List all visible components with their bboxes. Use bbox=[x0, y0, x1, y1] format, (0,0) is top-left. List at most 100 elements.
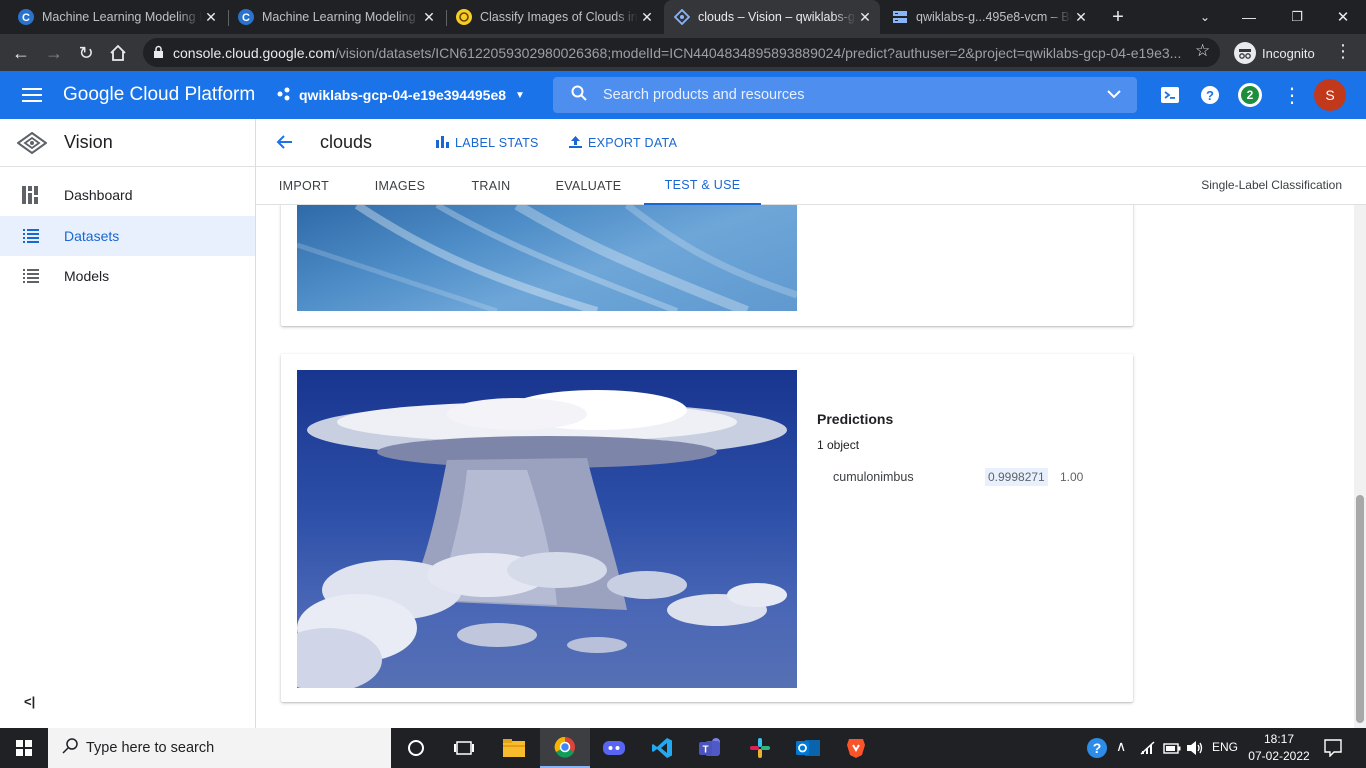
vision-icon bbox=[674, 9, 690, 25]
outlook-icon[interactable] bbox=[784, 728, 832, 768]
search-icon bbox=[571, 85, 587, 106]
prediction-card bbox=[281, 205, 1133, 326]
incognito-indicator[interactable]: Incognito bbox=[1234, 41, 1315, 65]
notifications-badge[interactable]: 2 bbox=[1238, 83, 1262, 107]
restore-icon[interactable]: ❐ bbox=[1284, 6, 1310, 28]
bar-chart-icon bbox=[436, 135, 449, 151]
browser-tab[interactable]: qwiklabs-g...495e8-vcm – Bucket ✕ bbox=[882, 0, 1096, 34]
windows-start-icon[interactable] bbox=[0, 728, 48, 768]
browser-tab[interactable]: Classify Images of Clouds in the Cloud ✕ bbox=[446, 0, 662, 34]
product-name[interactable]: Google Cloud Platform bbox=[63, 84, 255, 106]
tab-test-and-use[interactable]: TEST & USE bbox=[644, 167, 761, 205]
scrollbar[interactable] bbox=[1354, 205, 1366, 728]
prediction-card: Predictions 1 object cumulonimbus 0.9998… bbox=[281, 354, 1133, 702]
tab-evaluate[interactable]: EVALUATE bbox=[534, 167, 643, 205]
svg-text:T: T bbox=[702, 745, 708, 756]
collapse-sidebar-button[interactable]: <| bbox=[24, 694, 35, 709]
vision-icon bbox=[0, 131, 64, 154]
tab-search-icon[interactable]: ⌄ bbox=[1192, 6, 1218, 28]
svg-text:C: C bbox=[242, 12, 250, 24]
chevron-down-icon[interactable] bbox=[1107, 86, 1121, 104]
notification-center-icon[interactable] bbox=[1324, 739, 1342, 762]
browser-menu-icon[interactable]: ⋮ bbox=[1334, 41, 1352, 62]
label-stats-button[interactable]: LABEL STATS bbox=[436, 133, 539, 153]
show-hidden-icons-icon[interactable]: ∧ bbox=[1116, 738, 1126, 755]
sidebar-item-label: Dashboard bbox=[64, 187, 133, 203]
volume-icon[interactable] bbox=[1186, 740, 1204, 761]
notification-count: 2 bbox=[1241, 86, 1259, 104]
close-tab-icon[interactable]: ✕ bbox=[420, 9, 438, 26]
tab-import[interactable]: IMPORT bbox=[256, 167, 352, 205]
cloud-shell-icon[interactable] bbox=[1160, 85, 1180, 110]
storage-icon bbox=[892, 9, 908, 25]
minimize-icon[interactable]: — bbox=[1236, 6, 1262, 28]
reload-icon[interactable]: ↻ bbox=[73, 40, 99, 66]
search-box[interactable]: Search products and resources bbox=[553, 77, 1137, 113]
close-tab-icon[interactable]: ✕ bbox=[638, 9, 656, 26]
export-data-button[interactable]: EXPORT DATA bbox=[569, 133, 677, 153]
slack-icon[interactable] bbox=[736, 728, 784, 768]
more-options-icon[interactable]: ⋮ bbox=[1282, 83, 1302, 108]
sidebar-item-dashboard[interactable]: Dashboard bbox=[0, 175, 255, 215]
forward-icon[interactable]: → bbox=[41, 40, 67, 66]
url-field[interactable]: console.cloud.google.com/vision/datasets… bbox=[143, 38, 1220, 67]
browser-tab[interactable]: C Machine Learning Modeling Pipelines ✕ bbox=[8, 0, 226, 34]
avatar[interactable]: S bbox=[1314, 79, 1346, 111]
bookmark-star-icon[interactable]: ☆ bbox=[1195, 41, 1210, 61]
help-circle-icon[interactable]: ? bbox=[1086, 737, 1108, 764]
sidebar-item-models[interactable]: Models bbox=[0, 256, 255, 296]
discord-icon[interactable] bbox=[590, 728, 638, 768]
home-icon[interactable] bbox=[105, 40, 131, 66]
task-view-icon[interactable] bbox=[440, 728, 488, 768]
chrome-icon[interactable] bbox=[540, 728, 590, 768]
close-tab-icon[interactable]: ✕ bbox=[202, 9, 220, 26]
cloud-image-cumulonimbus bbox=[297, 370, 797, 688]
sidebar-item-label: Datasets bbox=[64, 228, 120, 244]
svg-text:?: ? bbox=[1093, 740, 1102, 756]
brave-icon[interactable] bbox=[832, 728, 880, 768]
sidebar-header: Vision bbox=[0, 119, 255, 167]
clock[interactable]: 18:17 07-02-2022 bbox=[1248, 731, 1310, 765]
tab-images[interactable]: IMAGES bbox=[352, 167, 448, 205]
taskbar-search-box[interactable]: Type here to search bbox=[48, 728, 391, 768]
browser-tab-title: Machine Learning Modeling Pipelines bbox=[262, 10, 420, 24]
cortana-icon[interactable] bbox=[392, 728, 440, 768]
page-title: clouds bbox=[320, 132, 373, 152]
caret-down-icon: ▼ bbox=[515, 89, 525, 101]
url-domain: console.cloud.google.com bbox=[173, 44, 335, 61]
project-selector[interactable]: qwiklabs-gcp-04-e19e394495e8 ▼ bbox=[277, 83, 525, 107]
cloud-image-cirrus bbox=[297, 205, 797, 311]
dashboard-icon bbox=[0, 186, 64, 204]
sidebar-title: Vision bbox=[64, 132, 113, 152]
search-input[interactable]: Search products and resources bbox=[603, 87, 1107, 103]
close-tab-icon[interactable]: ✕ bbox=[856, 9, 874, 26]
close-tab-icon[interactable]: ✕ bbox=[1072, 9, 1090, 26]
taskbar-search-input[interactable]: Type here to search bbox=[86, 740, 214, 756]
list-icon bbox=[0, 229, 64, 243]
help-icon[interactable]: ? bbox=[1200, 85, 1220, 110]
sidebar-item-datasets[interactable]: Datasets bbox=[0, 216, 255, 256]
battery-icon[interactable] bbox=[1163, 741, 1181, 759]
browser-tab-active[interactable]: clouds – Vision – qwiklabs-gcp ✕ bbox=[664, 0, 880, 34]
search-icon bbox=[62, 737, 78, 759]
back-arrow-icon[interactable] bbox=[275, 133, 293, 156]
coursera-icon: C bbox=[18, 9, 34, 25]
browser-tab-title: Classify Images of Clouds in the Cloud bbox=[480, 10, 638, 24]
vscode-icon[interactable] bbox=[638, 728, 686, 768]
teams-icon[interactable]: T bbox=[686, 728, 734, 768]
new-tab-button[interactable]: + bbox=[1106, 6, 1130, 28]
browser-tab-title: Machine Learning Modeling Pipelines bbox=[42, 10, 202, 24]
close-window-icon[interactable]: ✕ bbox=[1330, 6, 1356, 28]
hamburger-menu-icon[interactable] bbox=[22, 87, 42, 108]
language-indicator[interactable]: ENG bbox=[1212, 740, 1238, 754]
back-icon[interactable]: ← bbox=[8, 40, 34, 66]
file-explorer-icon[interactable] bbox=[490, 728, 538, 768]
tab-train[interactable]: TRAIN bbox=[448, 167, 534, 205]
scrollbar-thumb[interactable] bbox=[1356, 495, 1364, 723]
sidebar: Vision Dashboard Datasets Models <| bbox=[0, 119, 256, 728]
svg-text:C: C bbox=[22, 12, 30, 24]
page-header: clouds LABEL STATS EXPORT DATA bbox=[256, 119, 1366, 167]
predictions-title: Predictions bbox=[817, 411, 894, 427]
browser-tab[interactable]: C Machine Learning Modeling Pipelines ✕ bbox=[228, 0, 444, 34]
network-icon[interactable] bbox=[1140, 741, 1156, 760]
